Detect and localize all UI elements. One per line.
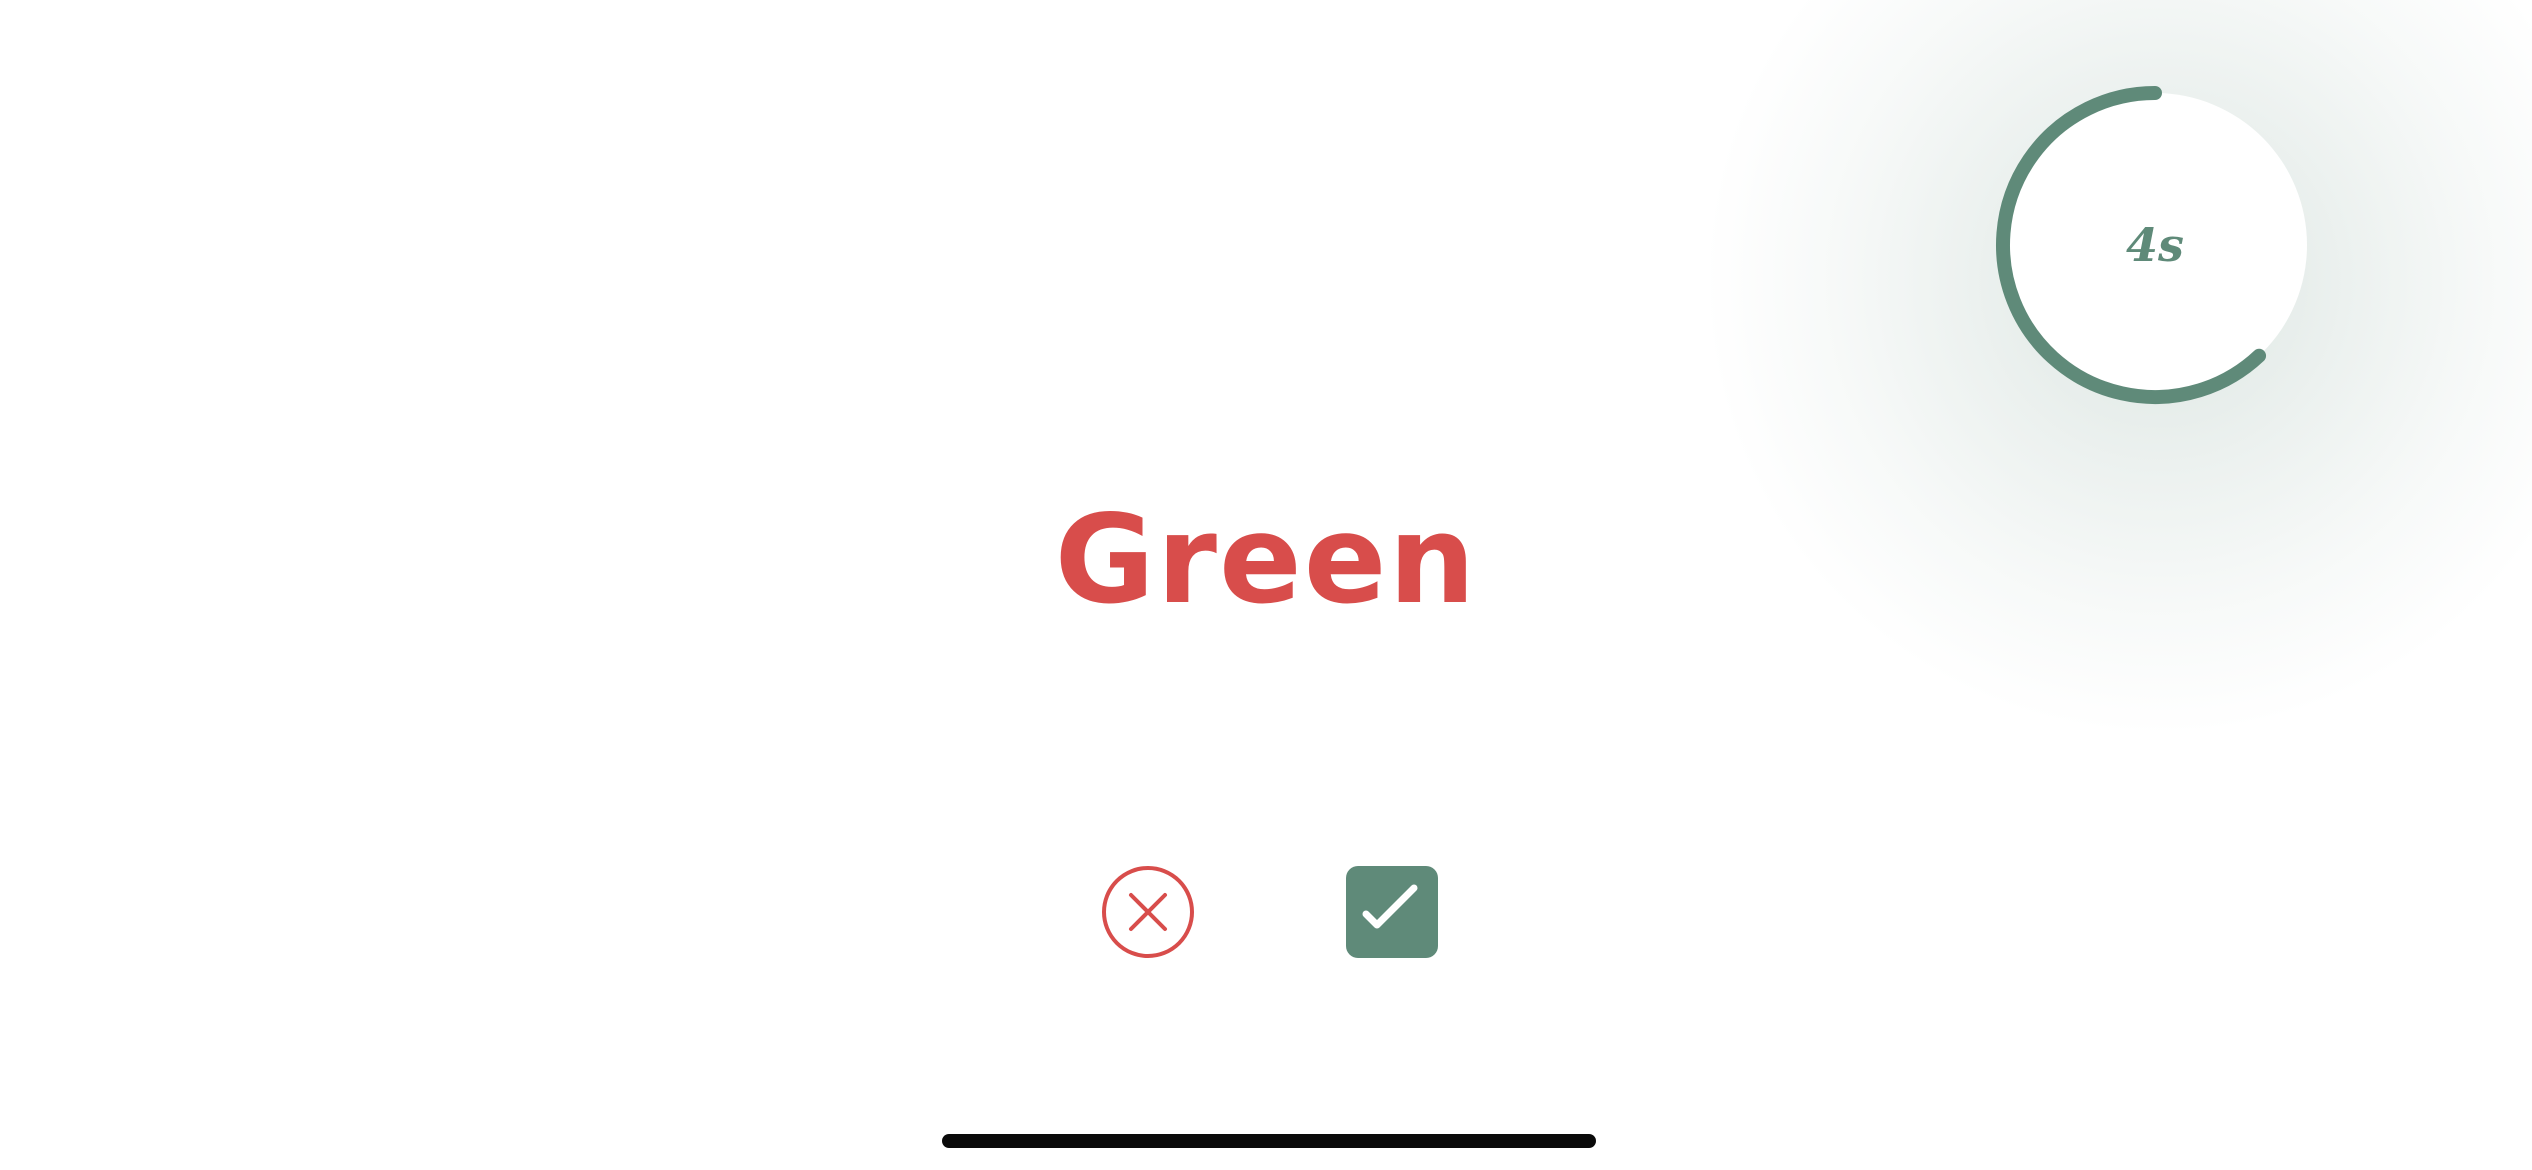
countdown-timer: 4s: [1990, 80, 2320, 410]
home-indicator: [942, 1134, 1596, 1148]
timer-label: 4s: [2126, 218, 2184, 272]
reject-button[interactable]: [1100, 864, 1196, 960]
color-word: Green: [1054, 489, 1478, 631]
accept-button[interactable]: [1346, 866, 1438, 958]
checkmark-icon: [1362, 884, 1418, 929]
close-circle-icon: [1102, 866, 1194, 958]
